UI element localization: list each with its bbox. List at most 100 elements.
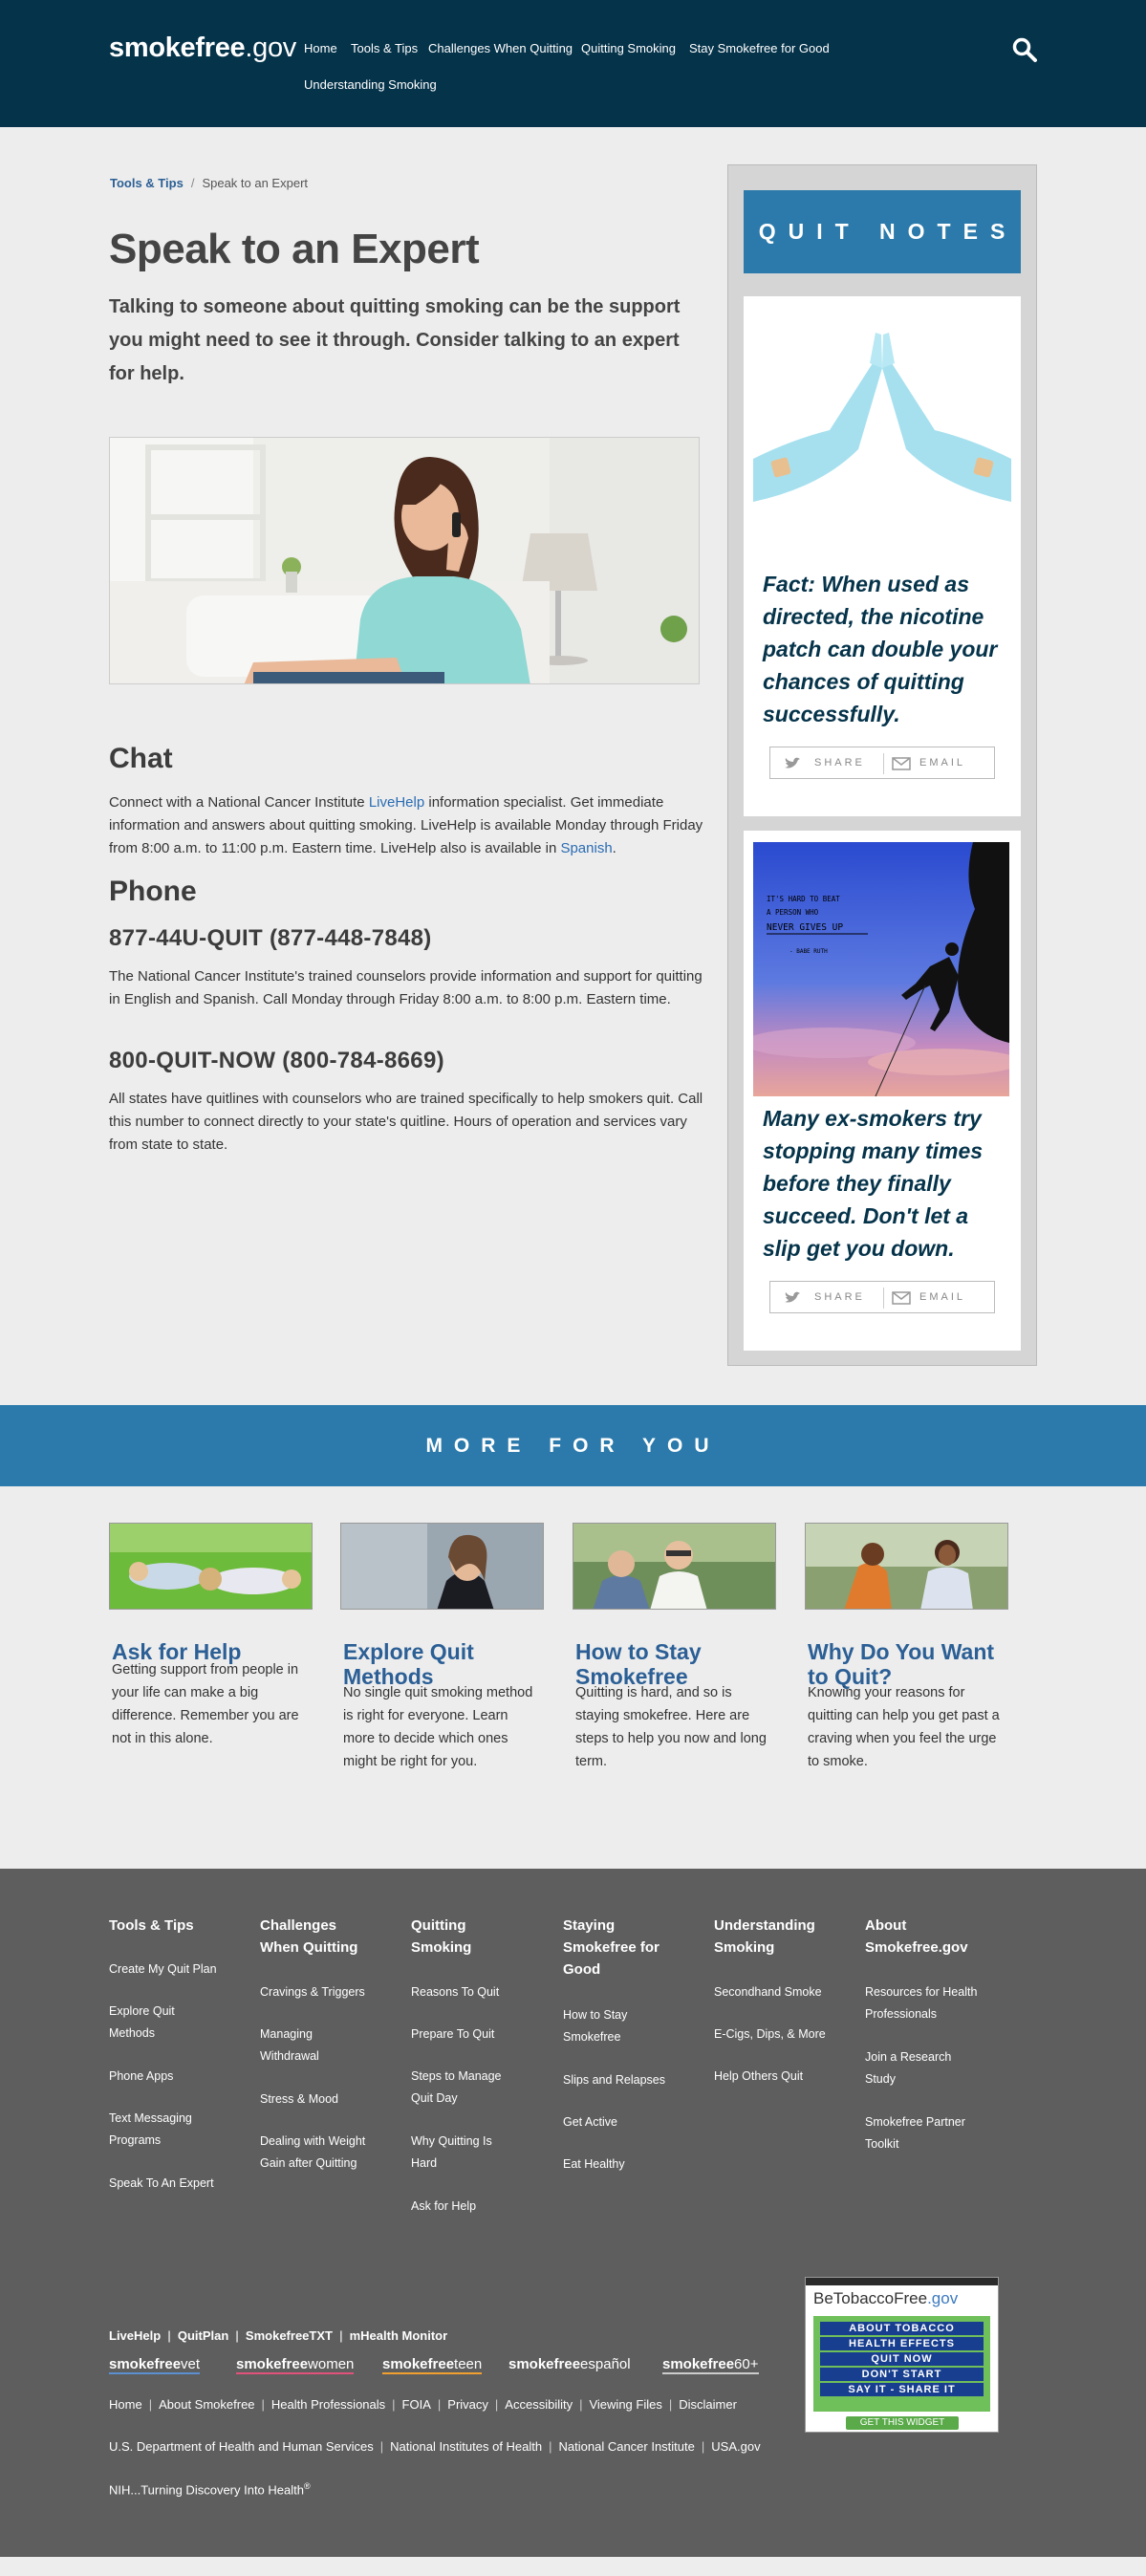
more-item-text: Getting support from people in your life… — [112, 1662, 299, 1746]
footer-link[interactable]: Stress & Mood — [260, 2089, 394, 2111]
footer-quitplan-link[interactable]: QuitPlan — [178, 2328, 228, 2343]
nav-home[interactable]: Home — [304, 41, 337, 55]
footer-link[interactable]: Join a Research Study — [865, 2046, 961, 2090]
footer-disclaimer-link[interactable]: Disclaimer — [679, 2397, 737, 2412]
footer-program-links: LiveHelp | QuitPlan | SmokefreeTXT | mHealth M… — [109, 2328, 448, 2343]
site-logo[interactable]: smokefree.gov — [109, 32, 296, 64]
email-button[interactable]: EMAIL — [919, 1291, 965, 1303]
nav-tools-tips[interactable]: Tools & Tips — [351, 41, 418, 55]
footer-link[interactable]: Managing Withdrawal — [260, 2024, 356, 2067]
brand-smokefreewomen-link[interactable]: smokefreewomen — [236, 2356, 355, 2374]
footer-link[interactable]: Smokefree Partner Toolkit — [865, 2111, 980, 2155]
footer-hhs-link[interactable]: U.S. Department of Health and Human Serv… — [109, 2439, 374, 2454]
footer-link[interactable]: Resources for Health Professionals — [865, 1981, 989, 2025]
site-header: smokefree.gov Home Tools & Tips Challeng… — [0, 0, 1146, 127]
more-item-text: Knowing your reasons for quitting can he… — [808, 1685, 1000, 1769]
footer-link[interactable]: E-Cigs, Dips, & More — [714, 2024, 848, 2046]
footer-foia-link[interactable]: FOIA — [402, 2397, 431, 2412]
spanish-link[interactable]: Spanish — [560, 840, 612, 856]
footer-smokefreetxt-link[interactable]: SmokefreeTXT — [246, 2328, 333, 2343]
nav-quitting-smoking[interactable]: Quitting Smoking — [581, 41, 676, 55]
quit-note-card-patch: Fact: When used as directed, the nicotin… — [744, 296, 1021, 816]
footer-link[interactable]: Dealing with Weight Gain after Quitting — [260, 2131, 375, 2175]
footer-nih-tagline-link[interactable]: NIH...Turning Discovery Into Health® — [109, 2481, 311, 2497]
footer-home-link[interactable]: Home — [109, 2397, 142, 2412]
nicotine-patch-arms-image — [753, 333, 1011, 502]
footer-link[interactable]: Create My Quit Plan — [109, 1959, 243, 1981]
poster-line-1: IT'S HARD TO BEAT — [767, 895, 840, 903]
footer-usagov-link[interactable]: USA.gov — [711, 2439, 760, 2454]
footer-link[interactable]: Steps to Manage Quit Day — [411, 2066, 516, 2110]
nav-understanding-smoking[interactable]: Understanding Smoking — [304, 77, 437, 92]
chat-text-1: Connect with a National Cancer Institute — [109, 794, 369, 811]
get-widget-button[interactable]: GET THIS WIDGET — [846, 2416, 959, 2430]
email-button[interactable]: EMAIL — [919, 757, 965, 768]
footer-link[interactable]: Ask for Help — [411, 2196, 545, 2218]
footer-link[interactable]: Prepare To Quit — [411, 2024, 545, 2046]
footer-nih-link[interactable]: National Institutes of Health — [390, 2439, 542, 2454]
quit-note-text-patch: Fact: When used as directed, the nicotin… — [763, 572, 998, 726]
poster-line-4: - BABE RUTH — [789, 948, 828, 955]
quit-notes-sidebar: QUIT NOTES Fact: When used as directed, … — [727, 164, 1037, 1366]
more-item-text: Quitting is hard, and so is staying smok… — [575, 1685, 767, 1769]
footer-about-link[interactable]: About Smokefree — [159, 2397, 254, 2412]
footer-link[interactable]: Reasons To Quit — [411, 1981, 545, 2003]
more-item-explore-quit-methods[interactable]: Explore Quit Methods No single quit smok… — [340, 1523, 544, 1790]
phone-number-nci[interactable]: 877-44U-QUIT (877-448-7848) — [109, 925, 432, 952]
more-item-image — [340, 1523, 544, 1610]
footer-link[interactable]: Why Quitting Is Hard — [411, 2131, 507, 2175]
share-button[interactable]: SHARE — [814, 1291, 865, 1303]
brand-smokefreeespanol-link[interactable]: smokefreeespañol — [508, 2356, 631, 2372]
phone-number-quitline[interactable]: 800-QUIT-NOW (800-784-8669) — [109, 1048, 444, 1074]
nav-challenges[interactable]: Challenges When Quitting — [428, 41, 573, 55]
livehelp-link[interactable]: LiveHelp — [369, 794, 424, 811]
footer-link[interactable]: Explore Quit Methods — [109, 2001, 205, 2045]
share-button[interactable]: SHARE — [814, 757, 865, 768]
brand-smokefree60-link[interactable]: smokefree60+ — [662, 2356, 759, 2374]
poster-line-2: A PERSON WHO — [767, 908, 819, 917]
search-icon[interactable] — [1011, 36, 1038, 63]
twitter-icon — [785, 1291, 800, 1303]
footer-link[interactable]: Secondhand Smoke — [714, 1981, 848, 2003]
footer-nci-link[interactable]: National Cancer Institute — [559, 2439, 695, 2454]
footer-heading-understanding-smoking[interactable]: Understanding Smoking — [714, 1915, 838, 1959]
footer-accessibility-link[interactable]: Accessibility — [505, 2397, 573, 2412]
footer-heading-tools-tips[interactable]: Tools & Tips — [109, 1915, 243, 1937]
more-item-ask-for-help[interactable]: Ask for Help Getting support from people… — [109, 1523, 313, 1790]
more-item-how-to-stay-smokefree[interactable]: How to Stay Smokefree Quitting is hard, … — [573, 1523, 776, 1790]
footer-heading-challenges[interactable]: Challenges When Quitting — [260, 1915, 375, 1959]
footer-link[interactable]: Eat Healthy — [563, 2154, 697, 2176]
footer-link[interactable]: Cravings & Triggers — [260, 1981, 394, 2003]
footer-privacy-link[interactable]: Privacy — [447, 2397, 488, 2412]
brand-smokefreevet-link[interactable]: smokefreevet — [109, 2356, 201, 2374]
betobaccofree-widget: BeTobaccoFree.gov ABOUT TOBACCO HEALTH E… — [805, 2277, 999, 2433]
breadcrumb-separator: / — [190, 176, 195, 190]
footer-heading-staying-smokefree[interactable]: Staying Smokefree for Good — [563, 1915, 673, 1981]
chat-heading: Chat — [109, 743, 173, 774]
footer-link[interactable]: Slips and Relapses — [563, 2069, 697, 2091]
widget-dont-start-button[interactable]: DON'T START — [820, 2368, 984, 2381]
widget-health-effects-button[interactable]: HEALTH EFFECTS — [820, 2337, 984, 2350]
footer-health-pro-link[interactable]: Health Professionals — [271, 2397, 385, 2412]
more-item-why-quit[interactable]: Why Do You Want to Quit? Knowing your re… — [805, 1523, 1008, 1790]
footer-link[interactable]: Help Others Quit — [714, 2066, 848, 2088]
more-item-image — [573, 1523, 776, 1610]
footer-livehelp-link[interactable]: LiveHelp — [109, 2328, 161, 2343]
footer-mhealth-link[interactable]: mHealth Monitor — [350, 2328, 448, 2343]
footer-heading-about[interactable]: About Smokefree.gov — [865, 1915, 989, 1959]
widget-say-it-share-it-button[interactable]: SAY IT - SHARE IT — [820, 2383, 984, 2396]
footer-agency-links: U.S. Department of Health and Human Serv… — [109, 2439, 761, 2454]
breadcrumb-link-tools-tips[interactable]: Tools & Tips — [110, 176, 184, 190]
widget-quit-now-button[interactable]: QUIT NOW — [820, 2352, 984, 2366]
nav-stay-smokefree[interactable]: Stay Smokefree for Good — [689, 41, 830, 55]
chat-paragraph: Connect with a National Cancer Institute… — [109, 791, 705, 860]
footer-link[interactable]: Phone Apps — [109, 2066, 243, 2088]
widget-about-tobacco-button[interactable]: ABOUT TOBACCO — [820, 2322, 984, 2335]
brand-smokefreeteen-link[interactable]: smokefreeteen — [382, 2356, 483, 2374]
footer-link[interactable]: Text Messaging Programs — [109, 2108, 214, 2152]
footer-link[interactable]: Get Active — [563, 2111, 697, 2133]
footer-viewing-files-link[interactable]: Viewing Files — [589, 2397, 661, 2412]
footer-heading-quitting-smoking[interactable]: Quitting Smoking — [411, 1915, 516, 1959]
footer-link[interactable]: Speak To An Expert — [109, 2173, 243, 2195]
footer-link[interactable]: How to Stay Smokefree — [563, 2004, 659, 2048]
